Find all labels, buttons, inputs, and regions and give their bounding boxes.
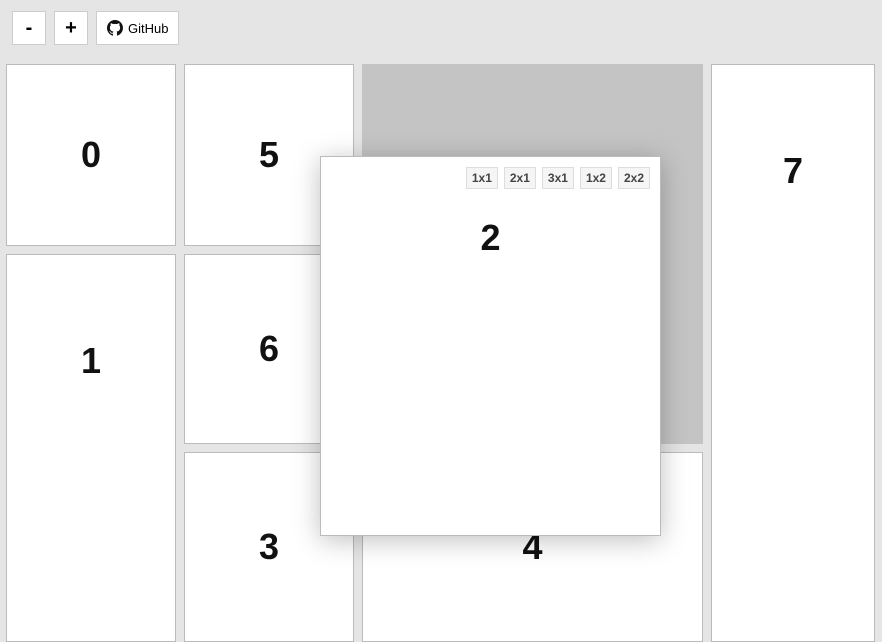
- size-options: 1x1 2x1 3x1 1x2 2x2: [466, 167, 650, 189]
- tile-7[interactable]: 7 7: [711, 64, 875, 642]
- toolbar: - + GitHub: [0, 0, 882, 56]
- tile-label: 2: [321, 217, 660, 259]
- github-icon: [107, 20, 123, 36]
- size-option-2x1[interactable]: 2x1: [504, 167, 536, 189]
- tile-1[interactable]: 1 1: [6, 254, 176, 642]
- tile-0[interactable]: 0: [6, 64, 176, 246]
- tile-2-dragging[interactable]: 1x1 2x1 3x1 1x2 2x2 2: [320, 156, 661, 536]
- size-option-1x2[interactable]: 1x2: [580, 167, 612, 189]
- tile-label: 3: [259, 526, 279, 568]
- tile-label: 6: [259, 328, 279, 370]
- remove-tile-button[interactable]: -: [12, 11, 46, 45]
- grid-area: 0 5 7 7 1 1 6 3 4 1x1 2x1 3x1 1x2 2x2 2: [0, 56, 882, 642]
- github-link-button[interactable]: GitHub: [96, 11, 179, 45]
- add-tile-button[interactable]: +: [54, 11, 88, 45]
- size-option-2x2[interactable]: 2x2: [618, 167, 650, 189]
- tile-label: 0: [81, 134, 101, 176]
- size-option-3x1[interactable]: 3x1: [542, 167, 574, 189]
- github-link-label: GitHub: [128, 21, 168, 36]
- tile-label-visible: 1: [7, 340, 175, 382]
- tile-label: 5: [259, 134, 279, 176]
- tile-label-visible: 7: [712, 150, 874, 192]
- size-option-1x1[interactable]: 1x1: [466, 167, 498, 189]
